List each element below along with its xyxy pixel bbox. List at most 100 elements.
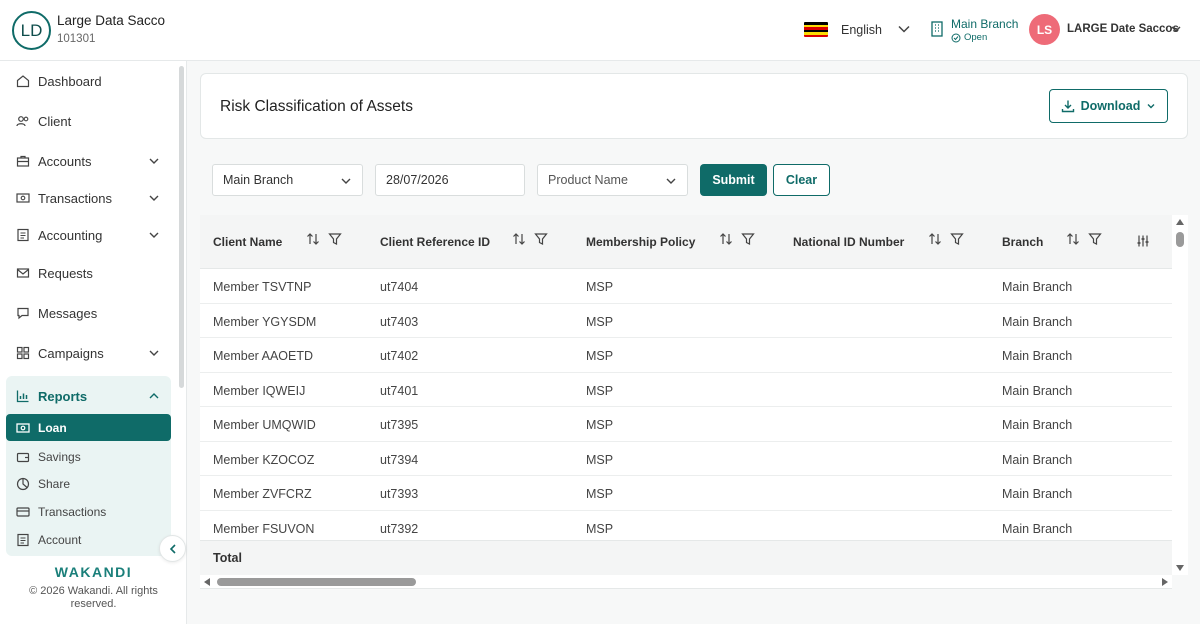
column-tools [719,232,755,246]
sidebar-subitem-label: Share [38,476,71,491]
sidebar-item-accounts[interactable]: Accounts [6,146,170,176]
user-avatar[interactable]: LS [1029,14,1060,45]
table-cell: ut7393 [380,487,419,501]
table-cell: Main Branch [1002,383,1073,398]
sort-icon[interactable] [928,232,942,246]
chevron-down-icon [666,178,676,184]
chevron-down-icon [341,178,351,184]
sidebar-item-messages[interactable]: Messages [6,298,170,328]
sidebar-subitem-loan[interactable]: Loan [6,414,171,441]
sidebar-subitem-account[interactable]: Account [6,526,171,553]
sidebar: Dashboard Client Accounts Transactions A… [0,61,187,624]
chevron-down-icon [149,232,159,238]
clear-button[interactable]: Clear [773,164,830,196]
chevron-down-icon [149,350,159,356]
user-name[interactable]: LARGE Date Saccos [1067,23,1179,35]
sort-icon[interactable] [306,232,320,246]
sidebar-item-label: Requests [38,265,93,281]
horizontal-scroll-thumb[interactable] [217,578,416,586]
check-circle-icon [951,33,961,42]
cash-icon [16,191,30,205]
date-input[interactable]: 28/07/2026 [375,164,525,196]
table-cell: MSP [586,383,614,398]
org-avatar[interactable]: LD [12,11,51,50]
scroll-up-arrow-icon[interactable] [1175,218,1185,226]
sidebar-subitem-share[interactable]: Share [6,470,171,497]
vertical-scrollbar[interactable] [1172,215,1188,575]
column-header-national-id-number[interactable]: National ID Number [793,235,904,249]
sidebar-subitem-transactions[interactable]: Transactions [6,498,171,525]
filter-icon[interactable] [328,232,342,246]
table-cell: ut7401 [380,383,419,398]
table-footer: Total [200,540,1172,575]
table-row[interactable]: Member UMQWID ut7395 MSP Main Branch [200,407,1172,442]
table-cell: Main Branch [1002,487,1073,501]
sidebar-item-transactions[interactable]: Transactions [6,183,170,213]
sidebar-item-dashboard[interactable]: Dashboard [6,66,170,96]
chevron-down-icon[interactable] [1170,23,1182,35]
table-cell: Member IQWEIJ [213,383,306,398]
branch-status: Open [951,32,987,43]
sort-icon[interactable] [512,232,526,246]
sidebar-subitem-label: Savings [38,449,81,464]
language-selector[interactable]: English [841,23,882,37]
column-header-membership-policy[interactable]: Membership Policy [586,235,695,249]
sidebar-item-label: Campaigns [38,345,104,361]
top-bar: LD Large Data Sacco 101301 English Main … [0,0,1200,61]
filter-icon[interactable] [534,232,548,246]
branch-name[interactable]: Main Branch [951,17,1018,31]
chevron-down-icon [149,195,159,201]
table-cell: ut7395 [380,418,419,432]
mail-icon [16,266,30,280]
column-header-client-reference-id[interactable]: Client Reference ID [380,235,490,249]
sidebar-item-label: Reports [38,388,88,404]
data-table: Client Name Client Reference ID Membersh… [200,215,1172,575]
column-settings-icon[interactable] [1136,234,1150,248]
sidebar-subitem-label: Account [38,532,82,547]
sidebar-item-accounting[interactable]: Accounting [6,220,170,250]
table-cell: Member AAOETD [213,349,314,363]
uganda-flag-icon[interactable] [804,22,828,37]
collapse-sidebar-button[interactable] [159,535,186,562]
sidebar-scrollbar[interactable] [179,66,184,388]
table-cell: Main Branch [1002,349,1073,363]
filter-icon[interactable] [950,232,964,246]
submit-button[interactable]: Submit [700,164,767,196]
ledger-icon [16,533,30,547]
table-row[interactable]: Member YGYSDM ut7403 MSP Main Branch [200,303,1172,338]
table-row[interactable]: Member KZOCOZ ut7394 MSP Main Branch [200,441,1172,476]
sidebar-item-reports[interactable]: Reports [6,381,170,411]
sidebar-item-campaigns[interactable]: Campaigns [6,338,170,368]
table-row[interactable]: Member ZVFCRZ ut7393 MSP Main Branch [200,476,1172,511]
scroll-left-arrow-icon[interactable] [203,577,211,587]
filter-icon[interactable] [1088,232,1102,246]
branch-select[interactable]: Main Branch [212,164,363,196]
page-title: Risk Classification of Assets [220,98,413,115]
sidebar-item-client[interactable]: Client [6,106,170,136]
column-header-branch[interactable]: Branch [1002,235,1043,249]
users-icon [16,114,30,128]
product-select[interactable]: Product Name [537,164,688,196]
column-header-client-name[interactable]: Client Name [213,235,282,249]
sidebar-item-requests[interactable]: Requests [6,258,170,288]
filter-icon[interactable] [741,232,755,246]
table-cell: MSP [586,452,614,467]
table-cell: ut7403 [380,314,419,329]
table-cell: Main Branch [1002,314,1073,329]
chevron-down-icon[interactable] [897,22,911,36]
table-row[interactable]: Member AAOETD ut7402 MSP Main Branch [200,338,1172,373]
scroll-down-arrow-icon[interactable] [1175,564,1185,572]
ledger-icon [16,228,30,242]
sort-icon[interactable] [719,232,733,246]
product-select-placeholder: Product Name [548,173,628,187]
table-row[interactable]: Member TSVTNP ut7404 MSP Main Branch [200,269,1172,304]
table-cell: Main Branch [1002,280,1073,294]
sort-icon[interactable] [1066,232,1080,246]
table-row[interactable]: Member IQWEIJ ut7401 MSP Main Branch [200,372,1172,407]
sidebar-item-label: Dashboard [38,73,102,89]
scroll-right-arrow-icon[interactable] [1161,577,1169,587]
vertical-scroll-thumb[interactable] [1176,232,1184,247]
sidebar-subitem-savings[interactable]: Savings [6,443,171,470]
download-button[interactable]: Download [1049,89,1168,123]
org-code: 101301 [57,33,96,45]
